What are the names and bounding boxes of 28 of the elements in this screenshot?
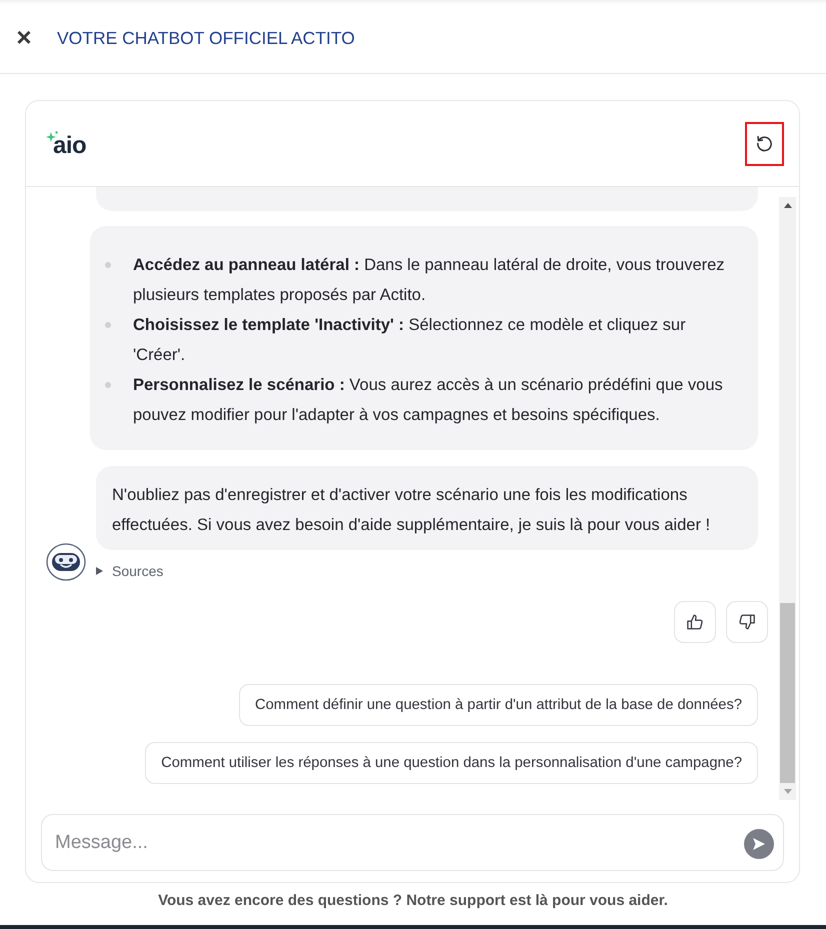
- list-item-text: Personnalisez le scénario : Vous aurez accès à un scénario prédéfini que vous pouvez modifier pour l'adapter à vos campagnes et besoins spécifiques.: [133, 375, 724, 426]
- send-icon: [752, 837, 766, 851]
- list-item-text: Accédez au panneau latéral : Dans le panneau latéral de droite, vous trouverez plusieurs templates proposés par Actito.: [133, 255, 726, 306]
- suggestion-button[interactable]: Comment définir une question à partir d'un attribut de la base de données?: [239, 684, 758, 726]
- send-button[interactable]: [744, 829, 774, 859]
- message-text: N'oubliez pas d'enregistrer et d'activer votre scénario une fois les modifications effectuées. Si vous avez besoin d'aide supplémentaire, je suis là pour vous aider !: [112, 485, 712, 536]
- sources-toggle[interactable]: Sources: [96, 562, 164, 580]
- thumbs-up-icon: [686, 613, 704, 631]
- list-item-text: Choisissez le template 'Inactivity' : Sélectionnez ce modèle et cliquez sur 'Créer'.: [133, 315, 687, 366]
- bullet-icon: [105, 382, 111, 388]
- bot-avatar-icon: [46, 543, 86, 581]
- close-button[interactable]: ×: [16, 24, 32, 48]
- window-title: VOTRE CHATBOT OFFICIEL ACTITO: [57, 27, 355, 50]
- scrollbar[interactable]: [779, 197, 796, 800]
- sources-label: Sources: [112, 562, 164, 580]
- scroll-up-arrow-icon[interactable]: [784, 203, 792, 208]
- thumbs-up-button[interactable]: [674, 601, 716, 643]
- message-input[interactable]: Message...: [41, 814, 784, 871]
- logo-text: aio: [53, 135, 86, 157]
- scrollbar-thumb[interactable]: [780, 603, 795, 783]
- thumbs-down-button[interactable]: [726, 601, 768, 643]
- support-note: Vous avez encore des questions ? Notre support est là pour vous aider.: [157, 891, 669, 911]
- refresh-button[interactable]: [745, 122, 784, 166]
- thumbs-down-icon: [738, 613, 756, 631]
- bullet-icon: [105, 322, 111, 328]
- suggestion-button[interactable]: Comment utiliser les réponses à une question dans la personnalisation d'une campagne?: [145, 742, 758, 784]
- bullet-icon: [105, 262, 111, 268]
- refresh-icon: [755, 134, 774, 153]
